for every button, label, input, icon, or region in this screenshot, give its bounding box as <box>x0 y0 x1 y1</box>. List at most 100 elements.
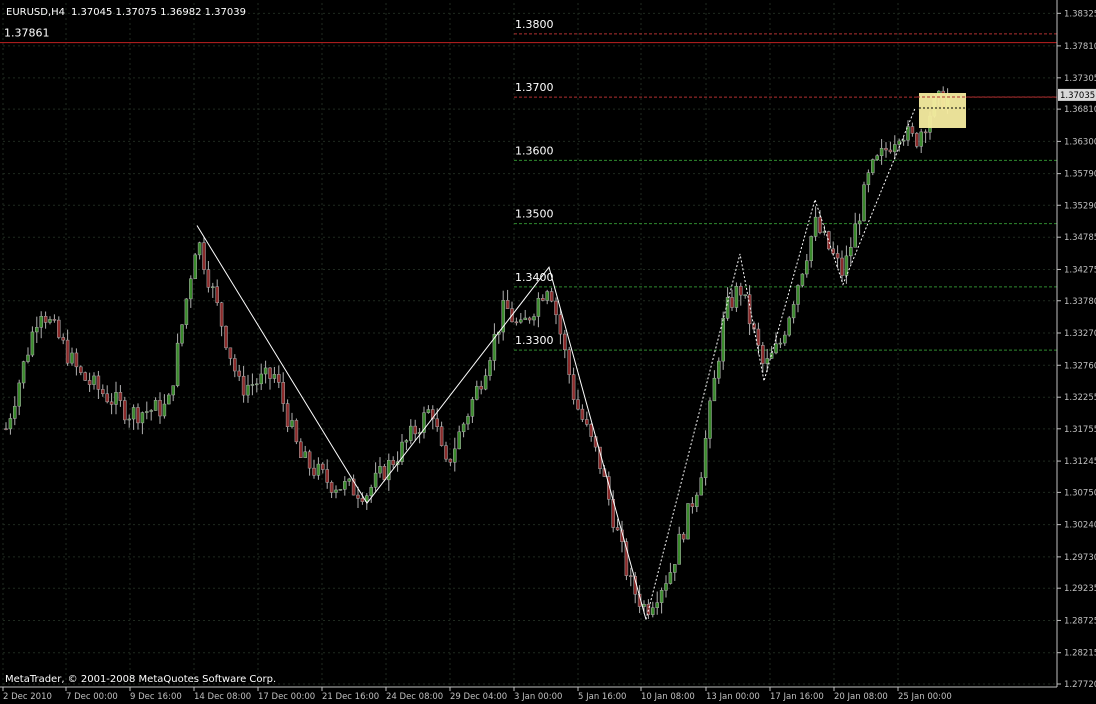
candle-body <box>43 316 48 323</box>
candle-body <box>519 319 523 323</box>
price-tick-label: 1.27720 <box>1064 680 1096 690</box>
resistance-label: 1.37861 <box>4 27 50 40</box>
candle-body <box>189 278 193 300</box>
candle-body <box>215 286 219 303</box>
candle-body <box>92 375 96 385</box>
candle-body <box>184 298 189 325</box>
candle-body <box>915 133 919 147</box>
price-tick-label: 1.38325 <box>1064 9 1096 19</box>
candle-body <box>444 445 448 460</box>
candle-body <box>554 300 558 316</box>
candle-body <box>488 360 492 376</box>
candle-body <box>629 575 633 577</box>
candle-body <box>888 149 893 153</box>
candle-body <box>739 286 743 296</box>
candle-body <box>862 184 866 222</box>
candle-body <box>17 382 21 407</box>
candle-body <box>391 460 395 465</box>
highlight-box <box>919 93 966 128</box>
candle-body <box>884 147 888 151</box>
candle-body <box>655 602 659 608</box>
candle-body <box>703 438 708 478</box>
candle-body <box>74 352 79 368</box>
candle-body <box>470 399 475 417</box>
candle-body <box>527 317 532 321</box>
candle-body <box>835 253 840 259</box>
price-tick-label: 1.34275 <box>1064 265 1096 275</box>
candle-body <box>109 401 114 405</box>
candle-body <box>523 317 527 321</box>
candle-body <box>699 477 703 496</box>
candle-body <box>21 361 26 384</box>
candle-body <box>642 603 646 607</box>
candle-body <box>677 533 681 565</box>
candle-body <box>457 431 461 450</box>
price-tick-label: 1.35290 <box>1064 201 1096 211</box>
candle-body <box>413 425 417 435</box>
candle-body <box>695 494 699 507</box>
candle-body <box>866 172 871 186</box>
candle-body <box>211 286 215 288</box>
candle-body <box>646 603 651 615</box>
candle-body <box>140 412 145 424</box>
candle-body <box>827 231 831 250</box>
candle-body <box>303 451 307 458</box>
price-tick-label: 1.30240 <box>1064 521 1096 531</box>
candle-body <box>316 463 321 476</box>
candle-body <box>708 400 712 439</box>
candle-body <box>879 147 884 156</box>
time-tick-label: 2 Dec 2010 <box>3 692 52 702</box>
fib-level-label: 1.3300 <box>515 334 554 347</box>
price-tick-label: 1.35790 <box>1064 170 1096 180</box>
fib-level-label: 1.3700 <box>515 81 554 94</box>
price-tick-label: 1.30750 <box>1064 488 1096 498</box>
candle-body <box>360 498 365 502</box>
candle-body <box>79 366 83 373</box>
candle-body <box>325 469 329 483</box>
candle-body <box>576 399 580 410</box>
time-tick-label: 20 Jan 08:00 <box>834 692 888 702</box>
candle-body <box>448 458 453 463</box>
candle-body <box>761 345 765 364</box>
candle-body <box>690 503 695 507</box>
candle-body <box>347 478 351 482</box>
candle-body <box>30 331 35 356</box>
price-tick-label: 1.32255 <box>1064 393 1096 403</box>
candle-body <box>730 297 734 308</box>
candle-body <box>167 394 171 405</box>
candle-body <box>329 482 334 493</box>
candle-body <box>83 372 87 381</box>
candle-body <box>123 400 127 421</box>
candle-body <box>919 131 923 147</box>
candle-body <box>39 316 43 328</box>
candle-body <box>717 360 721 379</box>
candle-body <box>228 347 233 359</box>
candle-body <box>312 467 316 476</box>
candle-body <box>255 383 259 386</box>
candle-body <box>13 405 17 419</box>
candle-body <box>145 411 149 413</box>
candle-body <box>48 319 52 323</box>
candle-body <box>567 349 571 375</box>
price-tick-label: 1.36810 <box>1064 105 1096 115</box>
candle-body <box>4 428 8 430</box>
candle-body <box>272 374 277 379</box>
candle-body <box>268 367 272 379</box>
candle-body <box>162 403 167 417</box>
price-tick-label: 1.37810 <box>1064 42 1096 52</box>
price-tick-label: 1.34785 <box>1064 233 1096 243</box>
time-tick-label: 3 Jan 00:00 <box>514 692 562 702</box>
fib-level-label: 1.3600 <box>515 144 554 157</box>
candle-body <box>87 380 92 385</box>
price-chart[interactable]: 1.37861 1.3800 1.3700 1.3600 1.3500 1.3400 1.3… <box>0 0 1096 704</box>
candle-body <box>923 131 928 134</box>
time-tick-label: 10 Jan 08:00 <box>641 692 695 702</box>
candle-body <box>805 260 809 275</box>
candle-body <box>378 466 382 474</box>
candle-body <box>734 286 739 308</box>
candle-body <box>52 319 57 321</box>
candle-body <box>285 403 290 427</box>
candle-body <box>585 419 589 425</box>
candle-body <box>206 269 211 288</box>
candle-body <box>453 448 457 463</box>
